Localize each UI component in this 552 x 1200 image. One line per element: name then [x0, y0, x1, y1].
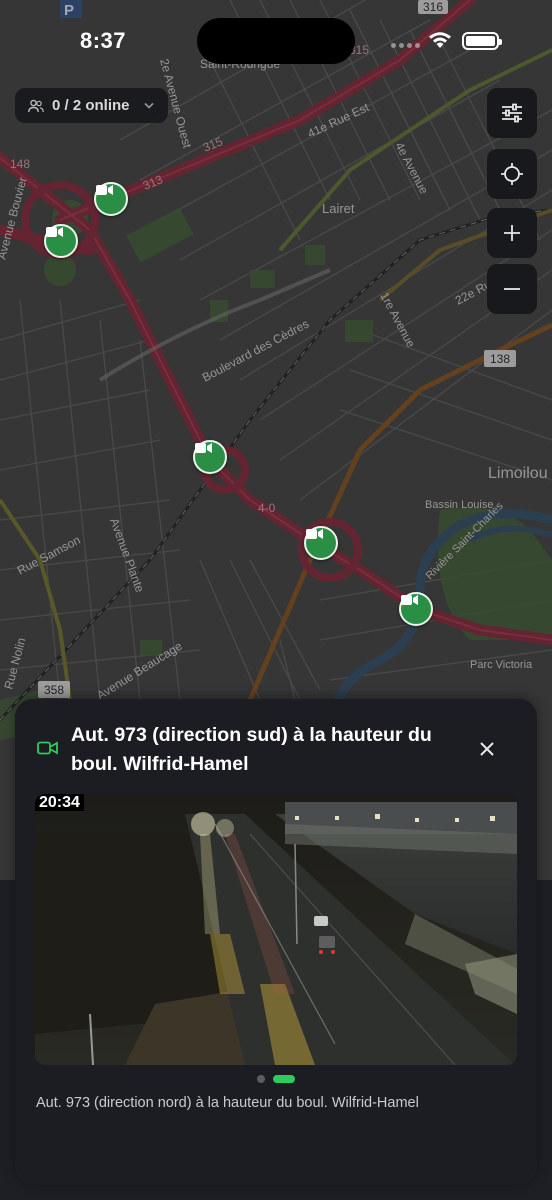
online-users-dropdown[interactable]: 0 / 2 online — [15, 88, 168, 123]
map-label-bassin-louise: Bassin Louise — [425, 499, 494, 511]
camera-marker[interactable] — [44, 224, 78, 258]
shield-138: 138 — [490, 352, 510, 366]
chevron-down-icon — [143, 102, 154, 109]
feed-timestamp: 20:34 — [35, 794, 84, 811]
users-icon — [28, 99, 44, 112]
sliders-icon — [502, 103, 522, 123]
plus-icon — [504, 225, 520, 241]
carousel-pager[interactable] — [257, 1075, 295, 1083]
zoom-out-button[interactable] — [487, 264, 537, 314]
shield-358: 358 — [44, 683, 64, 697]
camera-icon — [195, 443, 212, 453]
card-header: Aut. 973 (direction sud) à la hauteur du… — [15, 699, 537, 794]
status-bar: 8:37 — [0, 0, 552, 80]
map-label-parc-victoria: Parc Victoria — [470, 659, 533, 671]
zoom-in-button[interactable] — [487, 208, 537, 258]
camera-icon — [96, 185, 113, 195]
pager-dot[interactable] — [257, 1075, 265, 1083]
locate-me-button[interactable] — [487, 149, 537, 199]
shield-148: 148 — [10, 157, 30, 171]
cellular-signal-icon — [391, 43, 420, 48]
battery-icon — [462, 32, 502, 50]
camera-marker[interactable] — [193, 440, 227, 474]
camera-marker[interactable] — [304, 526, 338, 560]
camera-icon — [401, 595, 418, 605]
dynamic-island — [197, 18, 355, 64]
close-icon — [480, 742, 494, 756]
filter-button[interactable] — [487, 88, 537, 138]
camera-marker[interactable] — [94, 182, 128, 216]
minus-icon — [504, 288, 520, 290]
map-label-limoilou: Limoilou — [488, 465, 548, 482]
road-number-4-0: 4-0 — [258, 501, 276, 515]
traffic-camera-scene — [35, 794, 517, 1065]
map-label-lairet: Lairet — [322, 201, 355, 216]
camera-marker[interactable] — [399, 592, 433, 626]
wifi-icon — [429, 32, 451, 48]
camera-title: Aut. 973 (direction sud) à la hauteur du… — [71, 724, 432, 775]
camera-icon — [46, 227, 63, 237]
camera-feed-image[interactable]: 20:34 — [35, 794, 517, 1065]
online-count-label: 0 / 2 online — [52, 97, 130, 114]
close-button[interactable] — [473, 735, 501, 763]
camera-icon — [37, 741, 58, 755]
status-time: 8:37 — [80, 28, 127, 53]
pager-dot-active[interactable] — [273, 1075, 295, 1083]
camera-detail-card: Aut. 973 (direction sud) à la hauteur du… — [15, 699, 537, 1185]
camera-icon — [306, 529, 323, 539]
next-camera-caption: Aut. 973 (direction nord) à la hauteur d… — [36, 1095, 419, 1111]
crosshair-icon — [501, 163, 523, 185]
